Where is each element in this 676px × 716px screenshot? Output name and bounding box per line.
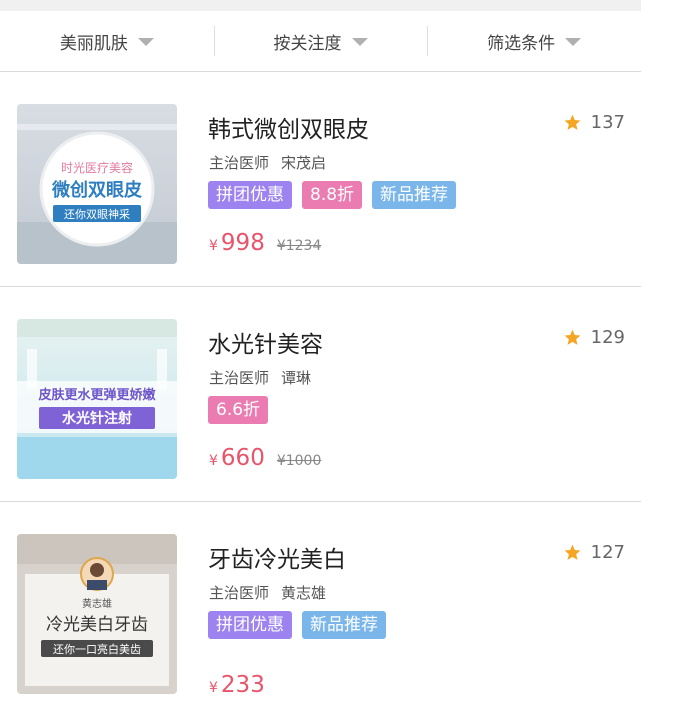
doctor-info: 主治医师 黄志雄 (209, 582, 326, 603)
doctor-name: 宋茂启 (281, 154, 327, 172)
caret-down-icon (137, 38, 154, 46)
tag-new: 新品推荐 (302, 611, 386, 639)
filter-label: 筛选条件 (487, 33, 556, 54)
rating: 137 (563, 112, 625, 133)
tag-groupbuy: 拼团优惠 (208, 181, 292, 209)
tag-discount: 8.8折 (302, 181, 363, 209)
top-strip (0, 0, 641, 11)
currency-symbol: ¥ (209, 680, 218, 696)
doctor-info: 主治医师 宋茂启 (209, 152, 326, 173)
filter-conditions[interactable]: 筛选条件 (427, 11, 641, 71)
tag-discount: 6.6折 (208, 396, 269, 424)
product-title[interactable]: 牙齿冷光美白 (208, 540, 346, 574)
original-price: ¥1000 (276, 453, 322, 469)
thumb-text: 水光针注射 (62, 410, 132, 427)
currency-symbol: ¥ (209, 453, 218, 469)
thumb-text: 冷光美白牙齿 (46, 615, 148, 635)
price: ¥ 998 ¥1234 (209, 230, 321, 256)
star-icon (564, 114, 581, 130)
rating-count: 129 (590, 327, 625, 348)
product-thumbnail[interactable]: 皮肤更水更弹更娇嫩 水光针注射 (17, 319, 177, 479)
filter-label: 美丽肌肤 (59, 33, 128, 54)
price: ¥ 660 ¥1000 (209, 445, 321, 471)
doctor-name: 谭琳 (281, 369, 312, 387)
caret-down-icon (565, 38, 582, 46)
list-item[interactable]: 时光医疗美容 微创双眼皮 还你双眼神采 韩式微创双眼皮 137 主治医师 宋茂启 … (0, 72, 641, 287)
caret-down-icon (351, 38, 368, 46)
price-value: 998 (220, 230, 265, 256)
thumb-text: 黄志雄 (82, 597, 112, 610)
thumb-text: 时光医疗美容 (61, 160, 133, 175)
rating: 127 (563, 542, 625, 563)
tag-groupbuy: 拼团优惠 (208, 611, 292, 639)
currency-symbol: ¥ (209, 238, 218, 254)
tag-list: 拼团优惠 新品推荐 (208, 611, 396, 639)
doctor-name: 黄志雄 (281, 584, 327, 602)
rating-count: 137 (590, 112, 625, 133)
thumb-text: 还你双眼神采 (64, 207, 130, 221)
filter-bar: 美丽肌肤 按关注度 筛选条件 (0, 11, 641, 72)
filter-skin[interactable]: 美丽肌肤 (0, 11, 214, 71)
tag-list: 6.6折 (208, 396, 278, 424)
product-title[interactable]: 韩式微创双眼皮 (208, 110, 369, 144)
star-icon (564, 544, 581, 560)
product-title[interactable]: 水光针美容 (208, 325, 323, 359)
original-price: ¥1234 (276, 238, 322, 254)
product-thumbnail[interactable]: 时光医疗美容 微创双眼皮 还你双眼神采 (17, 104, 177, 264)
thumb-text: 微创双眼皮 (51, 179, 142, 201)
rating: 129 (563, 327, 625, 348)
doctor-label: 主治医师 (209, 154, 270, 172)
star-icon (564, 329, 581, 345)
thumb-text: 皮肤更水更弹更娇嫩 (37, 387, 156, 403)
price-value: 660 (220, 445, 265, 471)
product-list: 时光医疗美容 微创双眼皮 还你双眼神采 韩式微创双眼皮 137 主治医师 宋茂启 … (0, 72, 641, 716)
tag-list: 拼团优惠 8.8折 新品推荐 (208, 181, 466, 209)
doctor-info: 主治医师 谭琳 (209, 367, 311, 388)
rating-count: 127 (590, 542, 625, 563)
tag-new: 新品推荐 (372, 181, 457, 209)
doctor-label: 主治医师 (209, 369, 270, 387)
list-item[interactable]: 皮肤更水更弹更娇嫩 水光针注射 水光针美容 129 主治医师 谭琳 6.6折 ¥ … (0, 287, 641, 502)
list-item[interactable]: 黄志雄 冷光美白牙齿 还你一口亮白美齿 牙齿冷光美白 127 主治医师 黄志雄 拼… (0, 502, 641, 716)
price: ¥ 233 (209, 672, 265, 698)
price-value: 233 (220, 672, 265, 698)
product-thumbnail[interactable]: 黄志雄 冷光美白牙齿 还你一口亮白美齿 (17, 534, 177, 694)
doctor-label: 主治医师 (209, 584, 270, 602)
filter-label: 按关注度 (273, 33, 342, 54)
thumb-text: 还你一口亮白美齿 (53, 642, 141, 656)
filter-sort[interactable]: 按关注度 (213, 11, 428, 71)
